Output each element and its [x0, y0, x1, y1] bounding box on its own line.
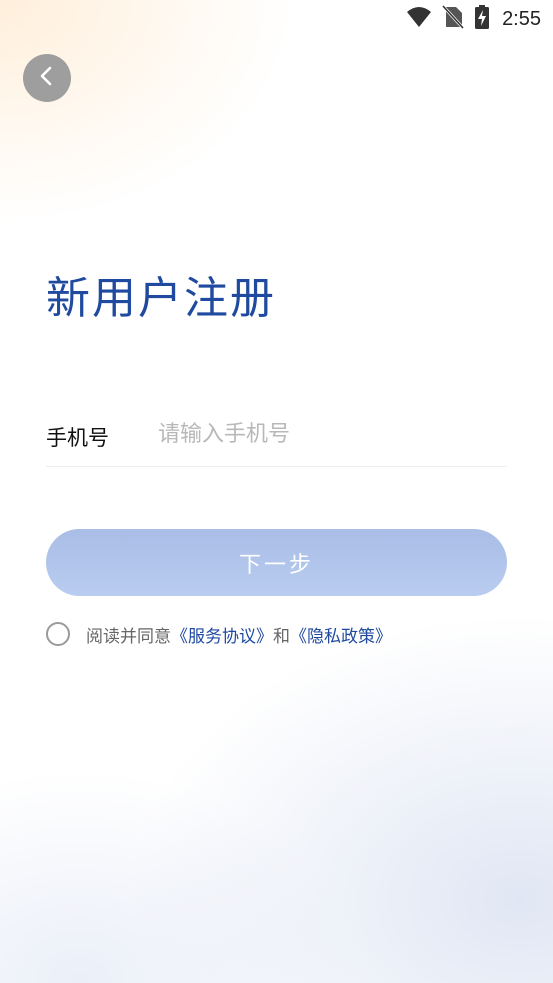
page-title: 新用户注册: [46, 273, 276, 324]
phone-row: 手机号: [46, 410, 507, 467]
agree-checkbox[interactable]: [46, 622, 70, 646]
service-agreement-link[interactable]: 《服务协议》: [171, 622, 273, 647]
background: [0, 0, 553, 983]
next-button[interactable]: 下一步: [46, 529, 507, 596]
agreement-conjunction: 和: [273, 626, 290, 647]
no-sim-icon: [441, 4, 465, 33]
chevron-left-icon: [36, 65, 58, 91]
agreement-row: 阅读并同意 《服务协议》 和 《隐私政策》: [46, 619, 392, 649]
phone-label: 手机号: [46, 426, 109, 450]
battery-charging-icon: [474, 5, 490, 33]
privacy-policy-link[interactable]: 《隐私政策》: [290, 622, 392, 647]
status-time: 2:55: [502, 7, 541, 30]
wifi-icon: [406, 6, 432, 32]
phone-input[interactable]: [158, 414, 498, 454]
agreement-prefix: 阅读并同意: [86, 626, 171, 647]
back-button[interactable]: [23, 54, 71, 102]
status-bar: 2:55: [0, 0, 553, 38]
status-icons: 2:55: [406, 4, 541, 33]
